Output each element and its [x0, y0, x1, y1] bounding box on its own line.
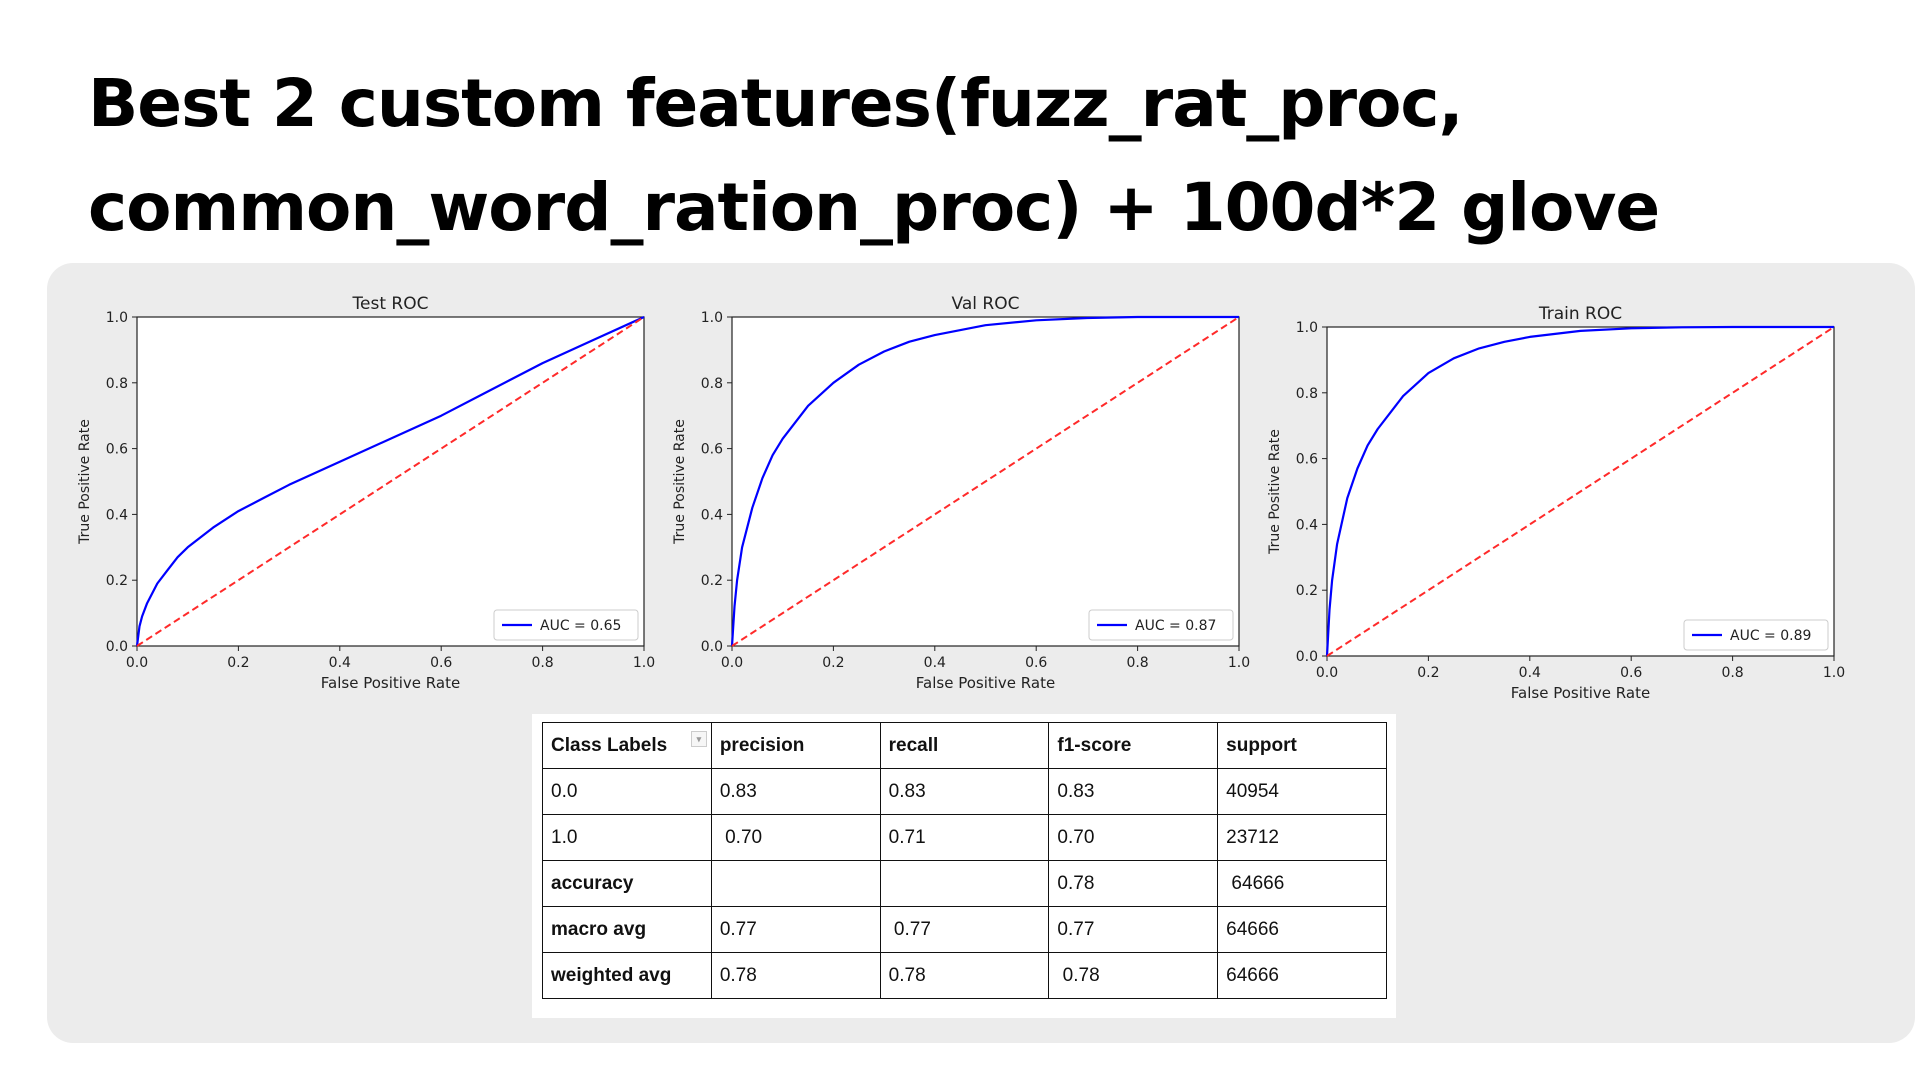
slide-title-line-2: common_word_ration_proc) + 100d*2 glove — [88, 169, 1660, 246]
chart-title: Val ROC — [952, 294, 1020, 314]
table-cell: 0.77 — [879, 906, 1050, 953]
table-cell: 0.77 — [710, 906, 881, 953]
y-tick-label: 0.2 — [1296, 583, 1318, 599]
x-tick-label: 0.0 — [721, 655, 743, 671]
y-axis-label: True Positive Rate — [672, 419, 688, 545]
x-tick-label: 0.6 — [1025, 655, 1047, 671]
x-tick-label: 0.6 — [1620, 665, 1642, 681]
x-axis-label: False Positive Rate — [1511, 684, 1650, 702]
x-tick-label: 0.8 — [531, 655, 553, 671]
x-tick-label: 0.4 — [924, 655, 946, 671]
y-tick-label: 1.0 — [1296, 320, 1318, 336]
y-tick-label: 0.8 — [106, 376, 128, 392]
slide-title-line-1: Best 2 custom features(fuzz_rat_proc, — [88, 65, 1464, 142]
table-cell: 0.83 — [1048, 768, 1219, 815]
x-tick-label: 0.2 — [227, 655, 249, 671]
y-axis-label: True Positive Rate — [1267, 429, 1283, 555]
table-row: macro avg 0.77 0.77 0.77 64666 — [542, 906, 1387, 953]
x-tick-label: 0.8 — [1721, 665, 1743, 681]
y-tick-label: 1.0 — [106, 310, 128, 326]
y-tick-label: 0.2 — [701, 573, 723, 589]
table-cell: 0.70 — [710, 814, 881, 861]
table-cell: 64666 — [1217, 952, 1387, 999]
y-tick-label: 0.4 — [106, 507, 128, 523]
y-tick-label: 0.6 — [1296, 452, 1318, 468]
chart-title: Train ROC — [1538, 304, 1622, 324]
table-row: weighted avg 0.78 0.78 0.78 64666 — [542, 952, 1387, 999]
chart-title: Test ROC — [352, 294, 429, 314]
x-tick-label: 0.4 — [329, 655, 351, 671]
header-precision: precision — [710, 722, 881, 769]
y-tick-label: 0.2 — [106, 573, 128, 589]
slide-title: Best 2 custom features(fuzz_rat_proc, co… — [88, 52, 1788, 260]
y-tick-label: 0.6 — [701, 442, 723, 458]
table-row: accuracy 0.78 64666 — [542, 860, 1387, 907]
legend-label: AUC = 0.65 — [540, 618, 621, 634]
legend-label: AUC = 0.87 — [1135, 618, 1216, 634]
y-tick-label: 0.4 — [1296, 517, 1318, 533]
train-roc-chart: Train ROC 0.0 0.2 0.4 0.6 0.8 1.0 0.0 0.2 0.4 0.6 0… — [1267, 304, 1845, 702]
table-cell: 0.78 — [710, 952, 881, 999]
y-tick-label: 0.8 — [701, 376, 723, 392]
table-cell: 0.78 — [1048, 860, 1219, 907]
x-axis-label: False Positive Rate — [321, 674, 460, 692]
y-tick-label: 0.8 — [1296, 386, 1318, 402]
table-cell: 23712 — [1217, 814, 1387, 861]
x-tick-label: 0.8 — [1126, 655, 1148, 671]
table-header-row: Class Labels ▾ precision recall f1-score… — [542, 722, 1387, 769]
table-cell: accuracy — [542, 860, 712, 907]
x-tick-label: 0.0 — [126, 655, 148, 671]
header-class-labels[interactable]: Class Labels ▾ — [542, 722, 712, 769]
table-cell: 40954 — [1217, 768, 1387, 815]
x-tick-label: 1.0 — [1228, 655, 1250, 671]
filter-dropdown-icon[interactable]: ▾ — [690, 731, 707, 747]
table-row: 1.0 0.70 0.71 0.70 23712 — [542, 814, 1387, 861]
x-axis-label: False Positive Rate — [916, 674, 1055, 692]
y-tick-label: 0.0 — [106, 639, 128, 655]
table-row: 0.0 0.83 0.83 0.83 40954 — [542, 768, 1387, 815]
classification-report: Class Labels ▾ precision recall f1-score… — [532, 714, 1396, 1018]
table-cell — [710, 860, 881, 907]
table-cell: 0.70 — [1048, 814, 1219, 861]
table-cell: 64666 — [1217, 860, 1387, 907]
table-cell: 0.78 — [1048, 952, 1219, 999]
table-cell: 0.77 — [1048, 906, 1219, 953]
table-cell: 0.78 — [879, 952, 1050, 999]
test-roc-chart: Test ROC 0.0 0.2 0.4 0.6 0.8 1.0 0.0 0.2 0.4 0.6 0.… — [77, 294, 655, 692]
table-cell: weighted avg — [542, 952, 712, 999]
header-recall: recall — [879, 722, 1050, 769]
x-tick-label: 0.0 — [1316, 665, 1338, 681]
classification-report-table: Class Labels ▾ precision recall f1-score… — [542, 722, 1387, 999]
x-tick-label: 0.4 — [1519, 665, 1541, 681]
y-axis-label: True Positive Rate — [77, 419, 93, 545]
table-cell: 1.0 — [542, 814, 712, 861]
table-cell: 0.83 — [879, 768, 1050, 815]
table-cell: 0.71 — [879, 814, 1050, 861]
x-tick-label: 1.0 — [633, 655, 655, 671]
val-roc-chart: Val ROC 0.0 0.2 0.4 0.6 0.8 1.0 0.0 0.2 0.4 0.6 0.8… — [672, 294, 1250, 692]
y-tick-label: 1.0 — [701, 310, 723, 326]
y-tick-label: 0.4 — [701, 507, 723, 523]
legend-label: AUC = 0.89 — [1730, 628, 1811, 644]
table-cell: 0.0 — [542, 768, 712, 815]
table-cell — [879, 860, 1050, 907]
header-support: support — [1217, 722, 1387, 769]
table-cell: 64666 — [1217, 906, 1387, 953]
x-tick-label: 0.6 — [430, 655, 452, 671]
table-cell: 0.83 — [710, 768, 881, 815]
header-f1-score: f1-score — [1048, 722, 1219, 769]
y-tick-label: 0.0 — [701, 639, 723, 655]
x-tick-label: 1.0 — [1823, 665, 1845, 681]
x-tick-label: 0.2 — [822, 655, 844, 671]
y-tick-label: 0.6 — [106, 442, 128, 458]
table-cell: macro avg — [542, 906, 712, 953]
y-tick-label: 0.0 — [1296, 649, 1318, 665]
x-tick-label: 0.2 — [1417, 665, 1439, 681]
